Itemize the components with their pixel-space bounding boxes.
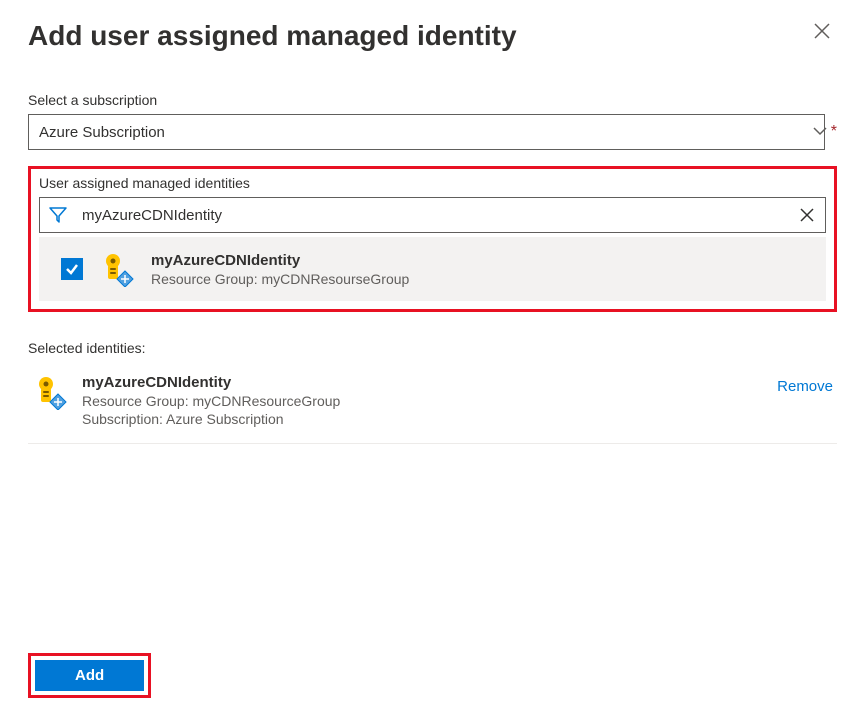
selected-identity-row: myAzureCDNIdentity Resource Group: myCDN… [28,374,837,444]
required-indicator: * [831,123,837,141]
selected-identity-subscription: Subscription: Azure Subscription [82,411,759,427]
check-icon [65,262,79,276]
add-button[interactable]: Add [35,660,144,691]
add-button-highlight-box: Add [28,653,151,698]
panel-title: Add user assigned managed identity [28,20,517,52]
identity-result-resource-group: Resource Group: myCDNResourseGroup [151,271,409,287]
identity-checkbox[interactable] [61,258,83,280]
close-icon [813,22,831,40]
close-icon [799,207,815,223]
identity-result-row[interactable]: myAzureCDNIdentity Resource Group: myCDN… [39,237,826,301]
identities-highlight-box: User assigned managed identities [28,166,837,312]
identities-section-label: User assigned managed identities [39,175,826,191]
close-button[interactable] [807,20,837,46]
subscription-field: Select a subscription Azure Subscription… [28,92,837,150]
selected-identities-section: Selected identities: myAzureCDNIdentity … [28,340,837,444]
identity-result-name: myAzureCDNIdentity [151,252,409,269]
panel-footer: Add [28,653,151,698]
selected-identity-resource-group: Resource Group: myCDNResourceGroup [82,393,759,409]
remove-identity-button[interactable]: Remove [773,374,837,399]
identity-filter-input[interactable] [76,198,789,232]
subscription-label: Select a subscription [28,92,837,108]
subscription-dropdown[interactable]: Azure Subscription [28,114,825,150]
identity-filter-row [39,197,826,233]
managed-identity-icon [99,251,135,287]
selected-identity-name: myAzureCDNIdentity [82,374,759,391]
filter-icon [40,205,76,225]
clear-filter-button[interactable] [789,198,825,232]
selected-identities-label: Selected identities: [28,340,837,356]
managed-identity-icon [32,374,68,410]
